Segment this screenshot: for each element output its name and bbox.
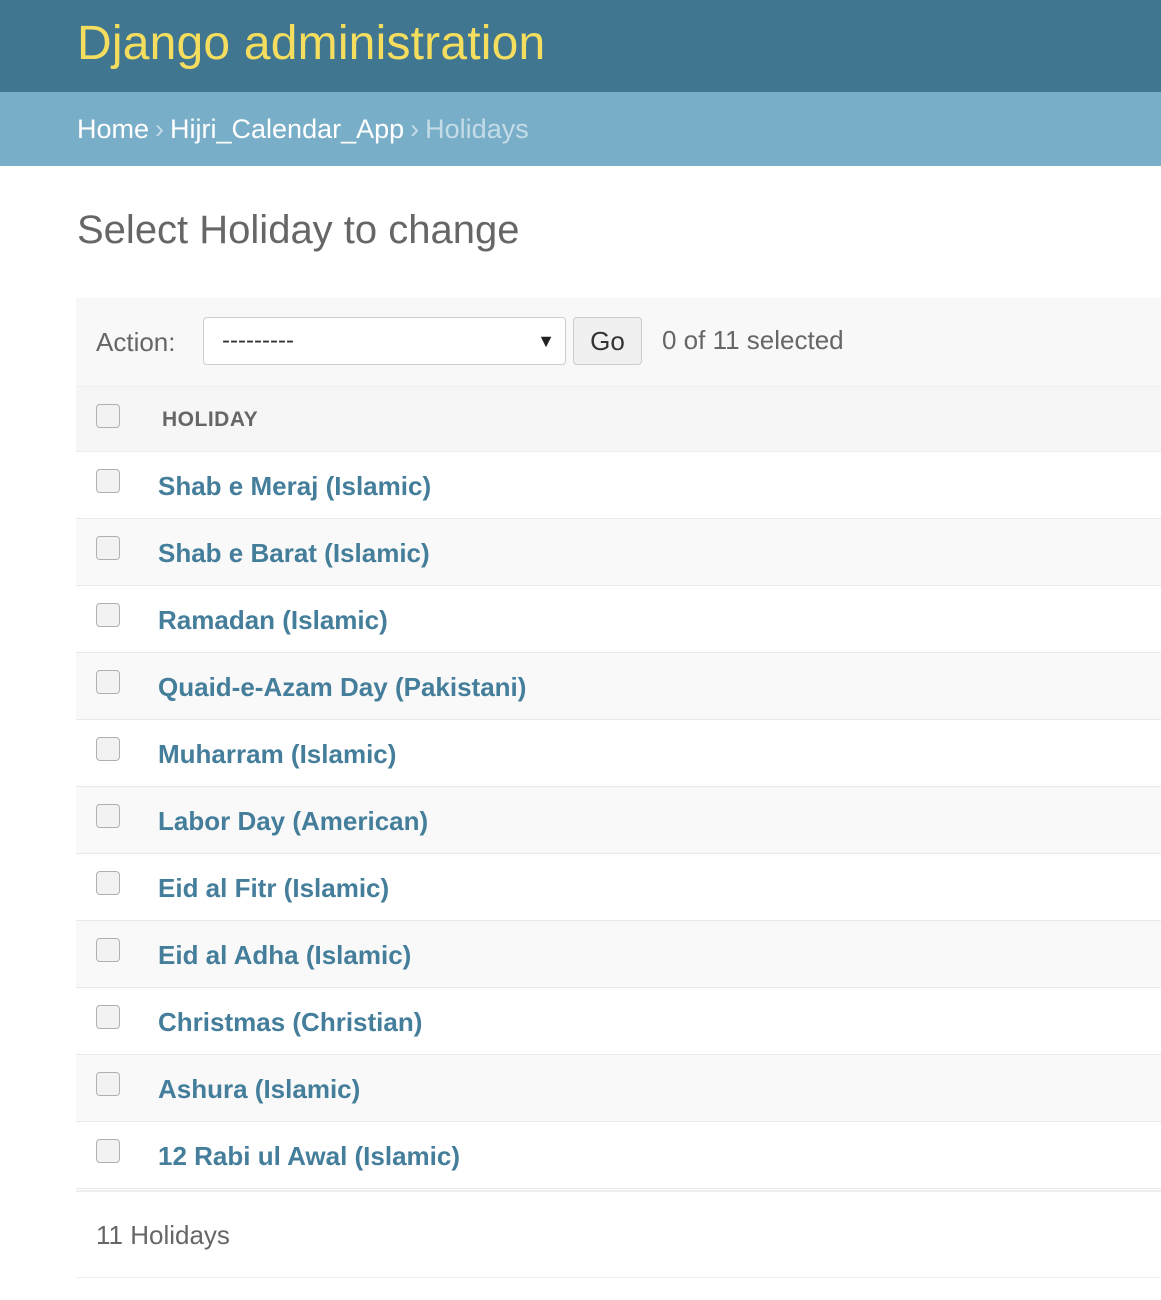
table-row: Quaid-e-Azam Day (Pakistani) <box>76 653 1161 720</box>
selection-counter: 0 of 11 selected <box>662 325 844 355</box>
table-row: Shab e Meraj (Islamic) <box>76 452 1161 519</box>
table-row: Eid al Adha (Islamic) <box>76 921 1161 988</box>
row-checkbox[interactable] <box>96 603 120 627</box>
site-branding[interactable]: Django administration <box>77 14 545 74</box>
column-header-holiday[interactable]: HOLIDAY <box>162 405 258 435</box>
breadcrumb-app[interactable]: Hijri_Calendar_App <box>170 114 404 144</box>
table-row: Ramadan (Islamic) <box>76 586 1161 653</box>
breadcrumb-separator: › <box>410 114 420 144</box>
row-checkbox[interactable] <box>96 536 120 560</box>
row-checkbox[interactable] <box>96 469 120 493</box>
table-row: Eid al Fitr (Islamic) <box>76 854 1161 921</box>
row-checkbox[interactable] <box>96 938 120 962</box>
table-header: HOLIDAY <box>76 386 1161 452</box>
go-button[interactable]: Go <box>573 317 642 365</box>
holiday-link[interactable]: Labor Day (American) <box>158 801 428 841</box>
holiday-link[interactable]: Quaid-e-Azam Day (Pakistani) <box>158 667 526 707</box>
table-row: Labor Day (American) <box>76 787 1161 854</box>
holiday-link[interactable]: Christmas (Christian) <box>158 1002 422 1042</box>
holiday-link[interactable]: Shab e Meraj (Islamic) <box>158 466 431 506</box>
breadcrumb-separator: › <box>155 114 165 144</box>
holiday-link[interactable]: Eid al Adha (Islamic) <box>158 935 411 975</box>
holiday-link[interactable]: Shab e Barat (Islamic) <box>158 533 430 573</box>
row-checkbox[interactable] <box>96 737 120 761</box>
row-checkbox[interactable] <box>96 1072 120 1096</box>
holiday-link[interactable]: 12 Rabi ul Awal (Islamic) <box>158 1136 460 1176</box>
row-checkbox[interactable] <box>96 1139 120 1163</box>
holiday-link[interactable]: Eid al Fitr (Islamic) <box>158 868 389 908</box>
site-header: Django administration <box>0 0 1161 92</box>
row-checkbox[interactable] <box>96 871 120 895</box>
action-label: Action: <box>96 327 176 357</box>
actions-bar: Action: --------- ▼ Go 0 of 11 selected <box>76 298 1161 386</box>
row-checkbox[interactable] <box>96 1005 120 1029</box>
table-row: 12 Rabi ul Awal (Islamic) <box>76 1122 1161 1189</box>
action-select[interactable]: --------- ▼ <box>203 317 566 365</box>
page-title: Select Holiday to change <box>77 208 520 252</box>
breadcrumb: Home › Hijri_Calendar_App › Holidays <box>0 92 1161 166</box>
table-row: Christmas (Christian) <box>76 988 1161 1055</box>
holiday-link[interactable]: Ramadan (Islamic) <box>158 600 388 640</box>
paginator: 11 Holidays <box>76 1190 1161 1278</box>
table-row: Muharram (Islamic) <box>76 720 1161 787</box>
dropdown-arrow-icon: ▼ <box>537 331 555 351</box>
breadcrumb-current: Holidays <box>425 114 529 144</box>
holiday-link[interactable]: Muharram (Islamic) <box>158 734 396 774</box>
table-body: Shab e Meraj (Islamic) Shab e Barat (Isla… <box>76 452 1161 1189</box>
holiday-link[interactable]: Ashura (Islamic) <box>158 1069 360 1109</box>
select-all-checkbox[interactable] <box>96 404 120 428</box>
row-checkbox[interactable] <box>96 670 120 694</box>
breadcrumb-home[interactable]: Home <box>77 114 149 144</box>
table-row: Shab e Barat (Islamic) <box>76 519 1161 586</box>
action-select-value: --------- <box>222 327 294 354</box>
result-table: HOLIDAY Shab e Meraj (Islamic) Shab e Bar… <box>76 386 1161 1189</box>
table-row: Ashura (Islamic) <box>76 1055 1161 1122</box>
row-checkbox[interactable] <box>96 804 120 828</box>
